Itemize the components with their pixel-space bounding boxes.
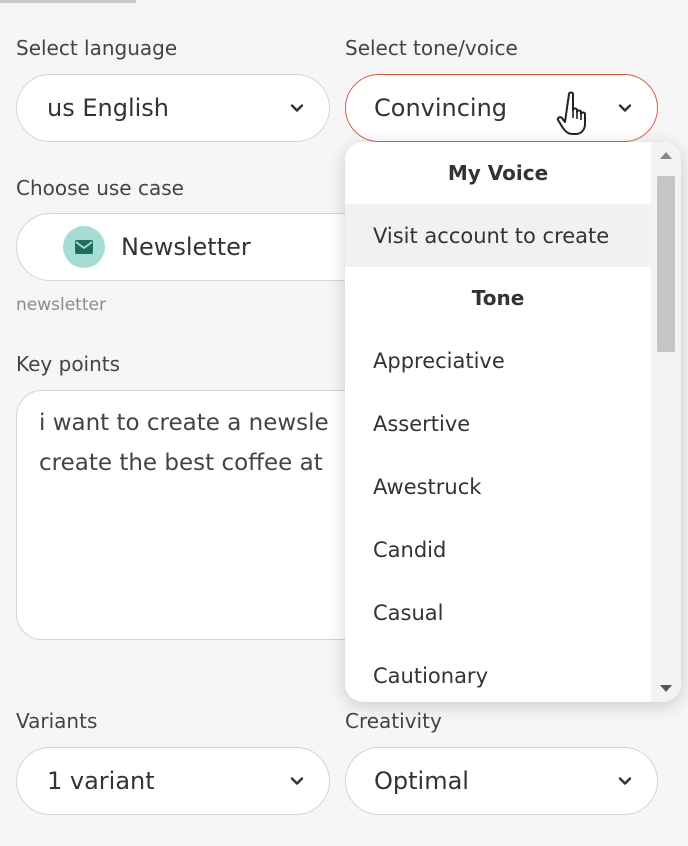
chevron-down-icon bbox=[617, 773, 633, 789]
language-select[interactable]: us English bbox=[16, 74, 330, 142]
variants-value: 1 variant bbox=[47, 767, 155, 795]
language-value: us English bbox=[47, 94, 170, 122]
variants-select[interactable]: 1 variant bbox=[16, 747, 330, 815]
use-case-select[interactable]: Newsletter bbox=[16, 213, 376, 281]
use-case-label: Choose use case bbox=[16, 176, 184, 200]
scroll-down-arrow-icon[interactable] bbox=[660, 685, 672, 692]
tone-dropdown-list: My Voice Visit account to create Tone Ap… bbox=[345, 142, 651, 702]
tone-dropdown-menu: My Voice Visit account to create Tone Ap… bbox=[345, 142, 681, 702]
active-tab-indicator bbox=[0, 0, 136, 3]
use-case-hint: newsletter bbox=[16, 295, 106, 315]
tone-option-assertive[interactable]: Assertive bbox=[345, 392, 651, 455]
visit-account-option[interactable]: Visit account to create bbox=[345, 204, 651, 267]
key-points-textarea[interactable]: i want to create a newsle create the bes… bbox=[16, 390, 376, 640]
scroll-up-arrow-icon[interactable] bbox=[660, 152, 672, 159]
scrollbar-thumb[interactable] bbox=[657, 176, 675, 352]
dropdown-scrollbar[interactable] bbox=[651, 142, 681, 702]
tone-option-casual[interactable]: Casual bbox=[345, 581, 651, 644]
use-case-value: Newsletter bbox=[121, 233, 251, 261]
tone-select[interactable]: Convincing bbox=[345, 74, 658, 142]
creativity-label: Creativity bbox=[345, 709, 442, 733]
hand-pointer-cursor bbox=[556, 90, 596, 138]
key-points-label: Key points bbox=[16, 352, 121, 376]
language-label: Select language bbox=[16, 36, 178, 60]
tone-option-candid[interactable]: Candid bbox=[345, 518, 651, 581]
creativity-value: Optimal bbox=[374, 767, 469, 795]
tone-value: Convincing bbox=[374, 94, 508, 122]
tone-header: Tone bbox=[345, 267, 651, 329]
variants-label: Variants bbox=[16, 709, 98, 733]
chevron-down-icon bbox=[617, 100, 633, 116]
creativity-select[interactable]: Optimal bbox=[345, 747, 658, 815]
my-voice-header: My Voice bbox=[345, 142, 651, 204]
chevron-down-icon bbox=[289, 773, 305, 789]
tone-label: Select tone/voice bbox=[345, 36, 518, 60]
envelope-icon bbox=[63, 226, 105, 268]
tone-option-appreciative[interactable]: Appreciative bbox=[345, 329, 651, 392]
chevron-down-icon bbox=[289, 100, 305, 116]
tone-option-cautionary[interactable]: Cautionary bbox=[345, 644, 651, 702]
tone-option-awestruck[interactable]: Awestruck bbox=[345, 455, 651, 518]
